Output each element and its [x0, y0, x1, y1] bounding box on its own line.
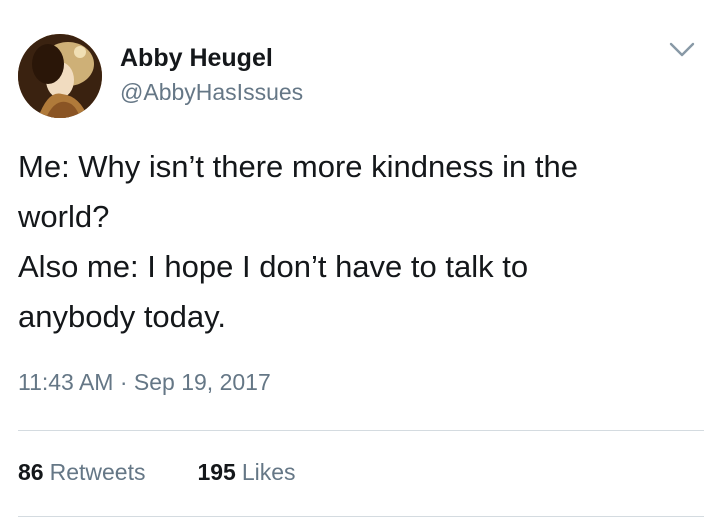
tweet-text: Me: Why isn’t there more kindness in the… — [18, 142, 688, 342]
likes-count: 195 — [197, 459, 236, 485]
tweet-timestamp[interactable]: 11:43 AM · Sep 19, 2017 — [18, 369, 271, 396]
tweet-text-line: anybody today. — [18, 299, 226, 334]
tweet-text-line: Also me: I hope I don’t have to talk to — [18, 249, 529, 284]
tweet-card: Abby Heugel @AbbyHasIssues Me: Why isn’t… — [0, 0, 720, 523]
author-name[interactable]: Abby Heugel — [120, 44, 273, 73]
avatar-image — [18, 34, 102, 118]
retweets-label: Retweets — [49, 459, 146, 485]
divider — [18, 516, 704, 517]
retweets-count: 86 — [18, 459, 44, 485]
tweet-stats: 86 Retweets 195 Likes — [18, 459, 296, 486]
retweets-stat[interactable]: 86 Retweets — [18, 459, 145, 486]
likes-label: Likes — [241, 459, 296, 485]
avatar[interactable] — [18, 34, 102, 118]
tweet-text-line: world? — [18, 199, 110, 234]
tweet-text-line: Me: Why isn’t there more kindness in the — [18, 149, 578, 184]
likes-stat[interactable]: 195 Likes — [197, 459, 295, 486]
author-handle[interactable]: @AbbyHasIssues — [120, 79, 303, 106]
divider — [18, 430, 704, 431]
chevron-down-icon[interactable] — [668, 40, 696, 60]
